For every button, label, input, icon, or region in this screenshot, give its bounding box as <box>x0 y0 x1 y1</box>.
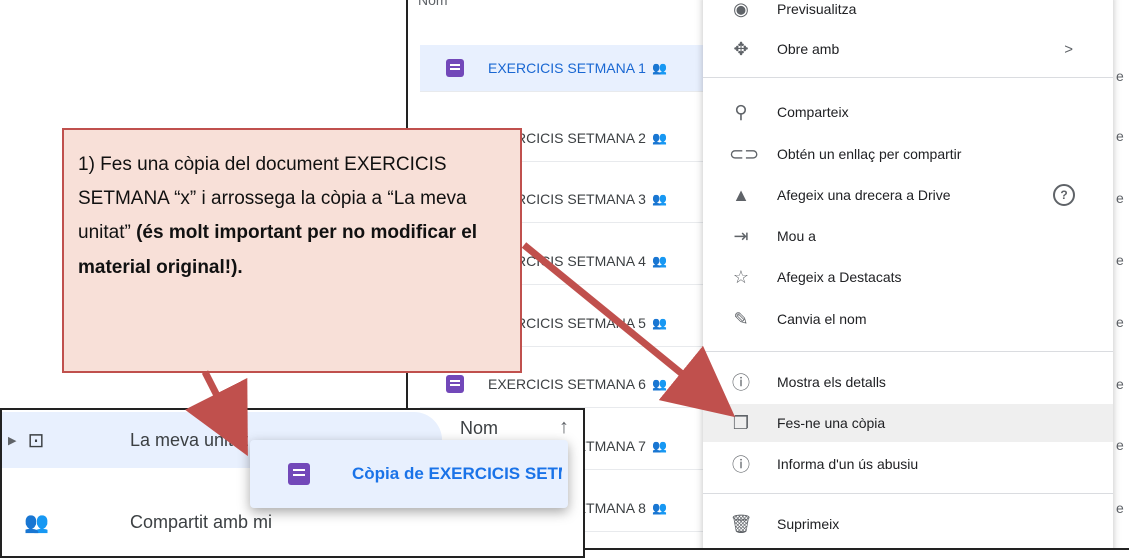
shared-icon: 👥 <box>651 501 667 515</box>
menu-item-label: Afegeix una drecera a Drive <box>777 187 951 203</box>
menu-item-share[interactable]: ⚲ Comparteix <box>703 93 1113 131</box>
column-cell: e <box>1116 128 1124 144</box>
shared-icon: 👥 <box>651 254 667 268</box>
copy-icon: ❐ <box>732 412 750 433</box>
column-cell: e <box>1116 190 1124 206</box>
menu-item-report-abuse[interactable]: ⓘ Informa d'un ús abusiu <box>703 445 1113 483</box>
menu-item-label: Mou a <box>777 228 816 244</box>
sort-arrow-up-icon[interactable]: ↑ <box>559 416 569 439</box>
file-row[interactable]: EXERCICIS SETMANA 1 👥 <box>420 45 740 92</box>
eye-icon: ◉ <box>733 0 749 19</box>
google-form-icon <box>288 463 310 485</box>
instruction-callout: 1) Fes una còpia del document EXERCICIS … <box>62 128 522 373</box>
sidebar-item-label: La meva unitat <box>130 429 249 450</box>
menu-item-details[interactable]: ⓘ Mostra els detalls <box>703 363 1113 401</box>
menu-item-label: Obre amb <box>777 41 840 57</box>
menu-item-label: Comparteix <box>777 104 849 120</box>
menu-item-label: Previsualitza <box>777 1 857 17</box>
shared-with-me-icon: 👥 <box>24 512 49 534</box>
google-form-icon <box>446 59 464 77</box>
info-icon: ⓘ <box>732 373 750 393</box>
menu-item-preview[interactable]: ◉ Previsualitza <box>703 0 1113 28</box>
star-icon: ☆ <box>732 266 750 287</box>
move-to-icon: ⇥ <box>733 225 749 246</box>
trash-icon: 🗑 <box>729 513 753 534</box>
menu-item-delete[interactable]: 🗑 Suprimeix <box>703 505 1113 543</box>
menu-item-label: Obtén un enllaç per compartir <box>777 146 962 162</box>
shared-icon: 👥 <box>651 131 667 145</box>
sort-name-header[interactable]: Nom <box>460 418 498 439</box>
sidebar-item-label: Compartit amb mi <box>130 511 273 532</box>
menu-divider <box>703 77 1113 78</box>
file-name: EXERCICIS SETMANA 6 <box>488 376 646 392</box>
menu-item-open-with[interactable]: ✥ Obre amb > <box>703 30 1113 68</box>
menu-item-make-copy[interactable]: ❐ Fes-ne una còpia <box>703 404 1113 442</box>
instruction-emphasis: (és molt important per no modificar el m… <box>78 222 478 278</box>
column-cell: e <box>1116 252 1124 268</box>
help-icon[interactable]: ? <box>1053 184 1075 206</box>
chevron-right-icon: > <box>1064 40 1073 58</box>
menu-item-label: Mostra els detalls <box>777 374 886 390</box>
column-cell: e <box>1116 500 1124 516</box>
menu-item-add-starred[interactable]: ☆ Afegeix a Destacats <box>703 258 1113 296</box>
my-drive-icon: ⊡ <box>27 430 45 452</box>
dragged-file-name: Còpia de EXERCICIS SETMANA 1 <box>352 464 562 483</box>
file-name: EXERCICIS SETMANA 1 <box>488 60 646 76</box>
dragged-file-chip[interactable]: Còpia de EXERCICIS SETMANA 1 <box>250 440 568 508</box>
caret-right-icon[interactable]: ▶ <box>8 434 16 447</box>
shared-icon: 👥 <box>651 377 667 391</box>
column-cell: e <box>1116 437 1124 453</box>
google-form-icon <box>446 375 464 393</box>
menu-item-get-link[interactable]: ⊂⊃ Obtén un enllaç per compartir <box>703 135 1113 173</box>
shared-icon: 👥 <box>651 316 667 330</box>
menu-divider <box>703 493 1113 494</box>
column-cell: e <box>1116 314 1124 330</box>
add-person-icon: ⚲ <box>734 101 748 122</box>
menu-item-label: Suprimeix <box>777 516 840 532</box>
move-arrows-icon: ✥ <box>733 38 749 59</box>
column-cell: e <box>1116 68 1124 84</box>
menu-item-label: Informa d'un ús abusiu <box>777 456 919 472</box>
menu-item-label: Canvia el nom <box>777 311 867 327</box>
shared-icon: 👥 <box>651 61 667 75</box>
context-menu: ◉ Previsualitza ✥ Obre amb > ⚲ Compartei… <box>703 0 1113 548</box>
menu-item-move-to[interactable]: ⇥ Mou a <box>703 217 1113 255</box>
menu-item-add-shortcut[interactable]: ▲ Afegeix una drecera a Drive ? <box>703 176 1113 214</box>
pencil-icon: ✎ <box>733 308 749 329</box>
shared-icon: 👥 <box>651 439 667 453</box>
menu-item-label: Fes-ne una còpia <box>777 415 886 431</box>
menu-divider <box>703 351 1113 352</box>
shared-icon: 👥 <box>651 192 667 206</box>
menu-item-rename[interactable]: ✎ Canvia el nom <box>703 300 1113 338</box>
instruction-text: 1) Fes una còpia del document EXERCICIS … <box>78 148 506 285</box>
drive-shortcut-icon: ▲ <box>732 184 750 205</box>
link-icon: ⊂⊃ <box>729 143 760 164</box>
menu-item-label: Afegeix a Destacats <box>777 269 902 285</box>
column-cell: e <box>1116 376 1124 392</box>
report-icon: ⓘ <box>732 455 750 475</box>
name-column-header[interactable]: Nom <box>418 0 448 8</box>
